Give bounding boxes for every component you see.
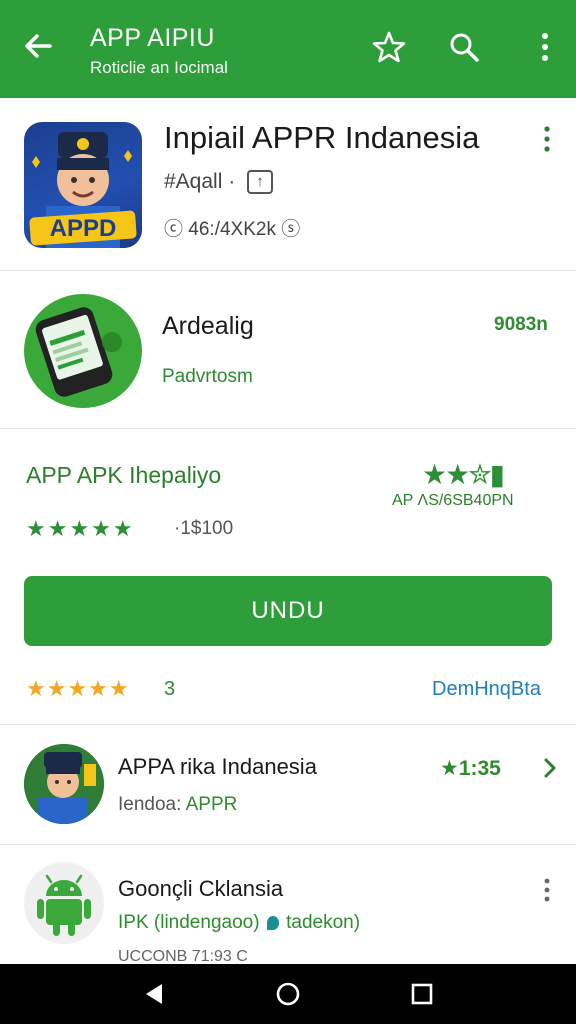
price-label: ·1$100 [174,518,234,539]
list-item-title[interactable]: APPA rika Indanesia [118,754,317,780]
clock-icon: ⓢ [281,219,301,240]
list-item-icon [24,744,104,824]
list-item-footer: UCCONB 71:93 C [118,948,248,964]
section-title: APP APK Ihepaliyo [26,462,222,488]
app-category: #Aqall · ↑ [164,170,274,195]
list-item-rating: ★1:35 [440,757,501,780]
divider [0,724,576,725]
app-downloads: ⓒ 46:/4XK2k ⓢ [164,214,300,241]
app-downloads-text: 46:/4XK2k [188,219,276,240]
search-icon[interactable] [447,30,481,64]
nav-home-icon[interactable] [274,980,302,1008]
chevron-right-icon[interactable] [540,756,560,780]
row-title: Ardealig [162,312,254,340]
app-name: Inpiail APPR Indanesia [164,120,480,155]
leaf-icon [266,915,279,930]
row-subtitle: Padvrtosm [162,366,253,387]
phone-app-icon [24,294,142,408]
svg-text:APPD: APPD [50,215,117,242]
app-icon: APPD [24,122,142,248]
star-rating: ★★★★★ [26,676,130,701]
content-area: APPD Inpiail APPR Indanesia #Aqall · ↑ ⓒ… [0,98,576,964]
download-button[interactable]: UNDU [24,576,552,646]
more-vert-icon[interactable] [540,126,554,152]
app-bar-title: APP AIPIU [90,24,215,52]
star-rating-small: ★★✮▮ [422,459,505,490]
list-item-subtitle: IPK (lindengaoo) tadekon) [118,912,360,934]
divider [0,270,576,271]
back-arrow-icon[interactable] [22,30,54,62]
app-category-text: #Aqall · [164,170,236,193]
nav-recents-icon[interactable] [408,980,436,1008]
list-item-subtitle: Iendoa: APPR [118,794,237,816]
android-icon [24,862,104,944]
list-item-subtitle-a: IPK (lindengaoo) [118,912,260,933]
share-icon[interactable]: ↑ [247,170,274,195]
list-item-title[interactable]: Goonçli Cklansia [118,876,283,902]
star-icon[interactable] [372,30,406,64]
list-item-subtitle-prefix: Iendoa: [118,794,186,815]
list-item-subtitle-accent: APPR [185,794,238,815]
row-value: 9083n [494,314,548,335]
rating-count: 3 [164,678,176,700]
divider [0,844,576,845]
more-vert-icon[interactable] [528,30,562,64]
star-rating: ★★★★★ [26,516,135,541]
divider [0,428,576,429]
info-icon: ⓒ [164,219,189,240]
app-bar: APP AIPIU Roticlie an Iocimal [0,0,576,98]
app-bar-subtitle: Roticlie an Iocimal [90,58,228,77]
more-link[interactable]: DemHnqBta [432,678,541,701]
nav-back-icon[interactable] [140,980,168,1008]
list-item-subtitle-b: tadekon) [286,912,361,933]
more-vert-icon[interactable] [540,878,554,902]
rating-caption: AP ΛS/6SB40PN [392,492,514,509]
system-nav-bar [0,964,576,1024]
